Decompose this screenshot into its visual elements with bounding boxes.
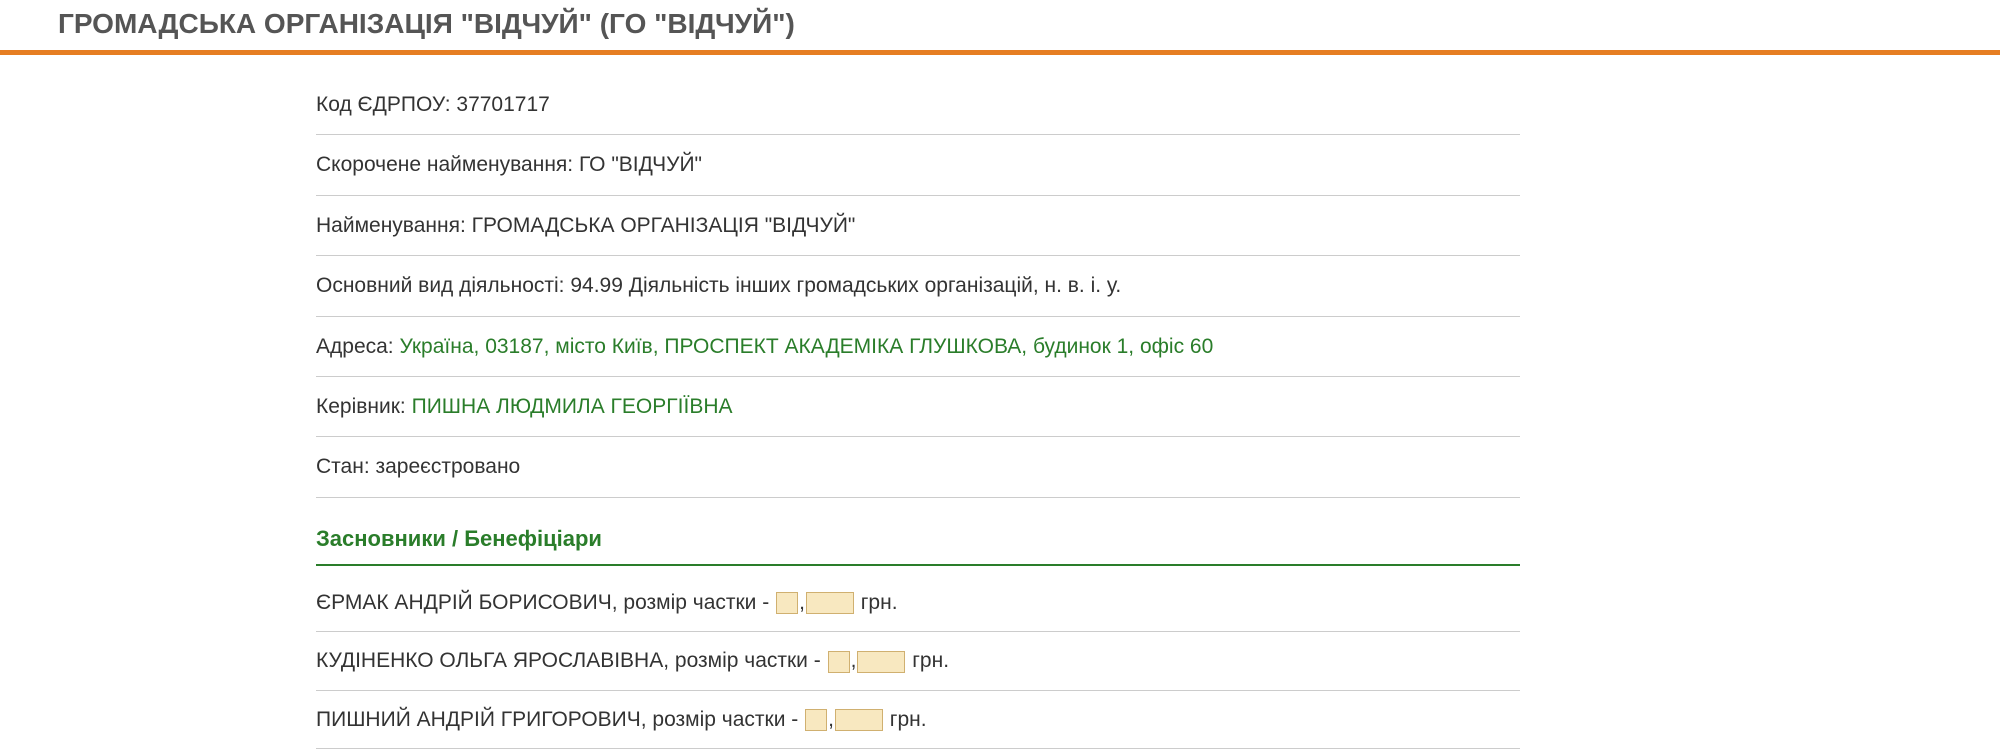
founder-row: ЄРМАК АНДРІЙ БОРИСОВИЧ, розмір частки - … (316, 574, 1520, 632)
address-row: Адреса: Україна, 03187, місто Київ, ПРОС… (316, 317, 1520, 377)
status-row: Стан: зареєстровано (316, 437, 1520, 497)
founder-row: КУДІНЕНКО ОЛЬГА ЯРОСЛАВІВНА, розмір част… (316, 632, 1520, 690)
currency-label: грн. (884, 708, 927, 731)
founder-name: ЄРМАК АНДРІЙ БОРИСОВИЧ (316, 591, 612, 614)
edrpou-label: Код ЄДРПОУ: (316, 93, 456, 116)
status-value: зареєстровано (376, 455, 521, 478)
director-label: Керівник: (316, 395, 412, 418)
director-link[interactable]: ПИШНА ЛЮДМИЛА ГЕОРГІЇВНА (412, 395, 733, 418)
currency-label: грн. (855, 591, 898, 614)
founder-name: ПИШНИЙ АНДРІЙ ГРИГОРОВИЧ (316, 708, 641, 731)
director-row: Керівник: ПИШНА ЛЮДМИЛА ГЕОРГІЇВНА (316, 377, 1520, 437)
activity-row: Основний вид діяльності: 94.99 Діяльніст… (316, 256, 1520, 316)
short-name-value: ГО "ВІДЧУЙ" (579, 153, 702, 176)
founder-row: ПИШНИЙ АНДРІЙ ГРИГОРОВИЧ, розмір частки … (316, 691, 1520, 749)
edrpou-value: 37701717 (456, 93, 549, 116)
redacted-box (805, 709, 827, 731)
status-label: Стан: (316, 455, 376, 478)
founders-section-header: Засновники / Бенефіціари (316, 498, 1520, 566)
activity-label: Основний вид діяльності: (316, 274, 570, 297)
redacted-box (806, 592, 854, 614)
currency-label: грн. (906, 649, 949, 672)
activity-value: 94.99 Діяльність інших громадських орган… (570, 274, 1121, 297)
share-label: , розмір частки - (641, 708, 804, 731)
edrpou-row: Код ЄДРПОУ: 37701717 (316, 75, 1520, 135)
address-link[interactable]: Україна, 03187, місто Київ, ПРОСПЕКТ АКА… (399, 335, 1213, 358)
full-name-label: Найменування: (316, 214, 472, 237)
redacted-box (828, 651, 850, 673)
page-title: ГРОМАДСЬКА ОРГАНІЗАЦІЯ "ВІДЧУЙ" (ГО "ВІД… (0, 0, 2000, 50)
share-label: , розмір частки - (612, 591, 775, 614)
address-label: Адреса: (316, 335, 399, 358)
full-name-row: Найменування: ГРОМАДСЬКА ОРГАНІЗАЦІЯ "ВІ… (316, 196, 1520, 256)
share-label: , розмір частки - (663, 649, 826, 672)
redacted-box (776, 592, 798, 614)
short-name-row: Скорочене найменування: ГО "ВІДЧУЙ" (316, 135, 1520, 195)
redacted-box (835, 709, 883, 731)
full-name-value: ГРОМАДСЬКА ОРГАНІЗАЦІЯ "ВІДЧУЙ" (472, 214, 856, 237)
content-area: Код ЄДРПОУ: 37701717 Скорочене найменува… (0, 55, 1520, 749)
short-name-label: Скорочене найменування: (316, 153, 579, 176)
founder-name: КУДІНЕНКО ОЛЬГА ЯРОСЛАВІВНА (316, 649, 663, 672)
redacted-box (857, 651, 905, 673)
